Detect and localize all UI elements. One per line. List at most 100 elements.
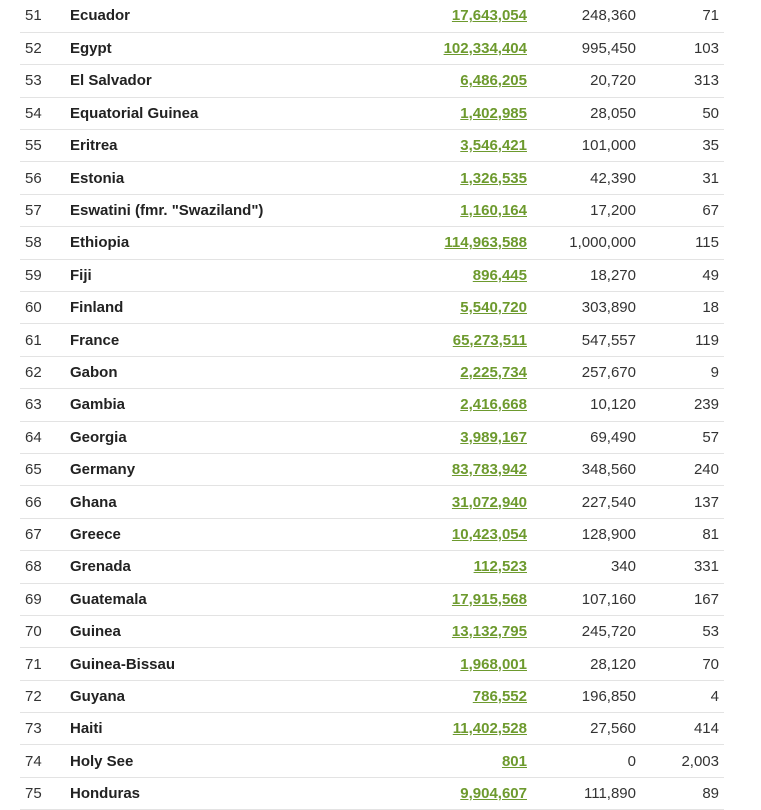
- rank-cell: 66: [20, 485, 68, 519]
- land-area-cell: 245,720: [527, 615, 636, 649]
- density-cell: 67: [636, 194, 724, 228]
- table-row: 71 Guinea-Bissau 1,968,001 28,120 70: [20, 647, 724, 681]
- population-link[interactable]: 6,486,205: [460, 72, 527, 89]
- rank-cell: 60: [20, 291, 68, 325]
- population-link[interactable]: 65,273,511: [453, 332, 527, 349]
- land-area-cell: 257,670: [527, 356, 636, 390]
- density-cell: 167: [636, 583, 724, 616]
- table-row: 75 Honduras 9,904,607 111,890 89: [20, 777, 724, 810]
- table-row: 54 Equatorial Guinea 1,402,985 28,050 50: [20, 97, 724, 131]
- country-name-cell: Guinea: [68, 615, 340, 649]
- rank-cell: 54: [20, 97, 68, 131]
- rank-cell: 65: [20, 453, 68, 487]
- land-area-cell: 111,890: [527, 777, 636, 810]
- country-name-cell: Grenada: [68, 550, 340, 584]
- population-link[interactable]: 2,416,668: [460, 396, 527, 413]
- population-cell: 9,904,607: [340, 777, 527, 810]
- country-name-cell: Germany: [68, 453, 340, 487]
- rank-cell: 53: [20, 64, 68, 98]
- population-link[interactable]: 83,783,942: [452, 461, 527, 478]
- rank-cell: 55: [20, 129, 68, 163]
- population-link[interactable]: 786,552: [473, 688, 527, 705]
- population-link[interactable]: 9,904,607: [460, 785, 527, 802]
- country-name-cell: Greece: [68, 518, 340, 552]
- land-area-cell: 1,000,000: [527, 226, 636, 260]
- population-link[interactable]: 102,334,404: [444, 40, 527, 57]
- table-row: 62 Gabon 2,225,734 257,670 9: [20, 356, 724, 390]
- table-row: 59 Fiji 896,445 18,270 49: [20, 259, 724, 293]
- rank-cell: 63: [20, 388, 68, 422]
- land-area-cell: 128,900: [527, 518, 636, 552]
- population-cell: 10,423,054: [340, 518, 527, 552]
- population-link[interactable]: 5,540,720: [460, 299, 527, 316]
- country-name-cell: Eswatini (fmr. "Swaziland"): [68, 194, 340, 228]
- rank-cell: 52: [20, 32, 68, 66]
- rank-cell: 71: [20, 647, 68, 681]
- population-link[interactable]: 1,402,985: [460, 105, 527, 122]
- land-area-cell: 107,160: [527, 583, 636, 616]
- land-area-cell: 18,270: [527, 259, 636, 293]
- land-area-cell: 27,560: [527, 712, 636, 746]
- population-link[interactable]: 801: [502, 753, 527, 770]
- population-cell: 11,402,528: [340, 712, 527, 746]
- rank-cell: 59: [20, 259, 68, 293]
- country-name-cell: Estonia: [68, 161, 340, 195]
- table-row: 73 Haiti 11,402,528 27,560 414: [20, 712, 724, 746]
- population-link[interactable]: 112,523: [474, 558, 527, 575]
- density-cell: 103: [636, 32, 724, 66]
- country-name-cell: Eritrea: [68, 129, 340, 163]
- countries-table-container: 51 Ecuador 17,643,054 248,360 71 52 Egypt 102,3…: [20, 0, 724, 810]
- table-row: 64 Georgia 3,989,167 69,490 57: [20, 421, 724, 454]
- table-row: 55 Eritrea 3,546,421 101,000 35: [20, 129, 724, 163]
- rank-cell: 69: [20, 583, 68, 616]
- country-name-cell: Ecuador: [68, 0, 340, 33]
- population-link[interactable]: 1,160,164: [460, 202, 527, 219]
- rank-cell: 72: [20, 680, 68, 714]
- population-link[interactable]: 2,225,734: [460, 364, 527, 381]
- country-name-cell: Guyana: [68, 680, 340, 714]
- rank-cell: 67: [20, 518, 68, 552]
- population-link[interactable]: 3,989,167: [460, 429, 527, 446]
- table-row: 56 Estonia 1,326,535 42,390 31: [20, 161, 724, 195]
- population-cell: 13,132,795: [340, 615, 527, 649]
- table-row: 69 Guatemala 17,915,568 107,160 167: [20, 583, 724, 616]
- land-area-cell: 227,540: [527, 485, 636, 519]
- density-cell: 9: [636, 356, 724, 390]
- population-cell: 1,326,535: [340, 161, 527, 195]
- land-area-cell: 20,720: [527, 64, 636, 98]
- population-link[interactable]: 17,643,054: [452, 7, 527, 24]
- rank-cell: 61: [20, 323, 68, 357]
- land-area-cell: 101,000: [527, 129, 636, 163]
- population-cell: 102,334,404: [340, 32, 527, 66]
- rank-cell: 58: [20, 226, 68, 260]
- rank-cell: 73: [20, 712, 68, 746]
- population-link[interactable]: 17,915,568: [452, 591, 527, 608]
- table-row: 57 Eswatini (fmr. "Swaziland") 1,160,164 17…: [20, 194, 724, 228]
- population-link[interactable]: 11,402,528: [453, 720, 527, 737]
- density-cell: 35: [636, 129, 724, 163]
- land-area-cell: 340: [527, 550, 636, 584]
- density-cell: 240: [636, 453, 724, 487]
- density-cell: 81: [636, 518, 724, 552]
- population-link[interactable]: 1,968,001: [460, 656, 527, 673]
- population-link[interactable]: 10,423,054: [452, 526, 527, 543]
- population-cell: 6,486,205: [340, 64, 527, 98]
- population-link[interactable]: 896,445: [473, 267, 527, 284]
- population-link[interactable]: 13,132,795: [452, 623, 527, 640]
- land-area-cell: 69,490: [527, 421, 636, 454]
- population-link[interactable]: 114,963,588: [444, 234, 527, 251]
- population-link[interactable]: 31,072,940: [452, 494, 527, 511]
- country-name-cell: Ghana: [68, 485, 340, 519]
- population-cell: 786,552: [340, 680, 527, 714]
- country-name-cell: Equatorial Guinea: [68, 97, 340, 131]
- rank-cell: 64: [20, 421, 68, 454]
- table-row: 68 Grenada 112,523 340 331: [20, 550, 724, 584]
- population-link[interactable]: 1,326,535: [460, 170, 527, 187]
- table-row: 52 Egypt 102,334,404 995,450 103: [20, 32, 724, 66]
- density-cell: 50: [636, 97, 724, 131]
- country-name-cell: Guatemala: [68, 583, 340, 616]
- population-link[interactable]: 3,546,421: [460, 137, 527, 154]
- density-cell: 239: [636, 388, 724, 422]
- population-cell: 896,445: [340, 259, 527, 293]
- population-cell: 17,643,054: [340, 0, 527, 33]
